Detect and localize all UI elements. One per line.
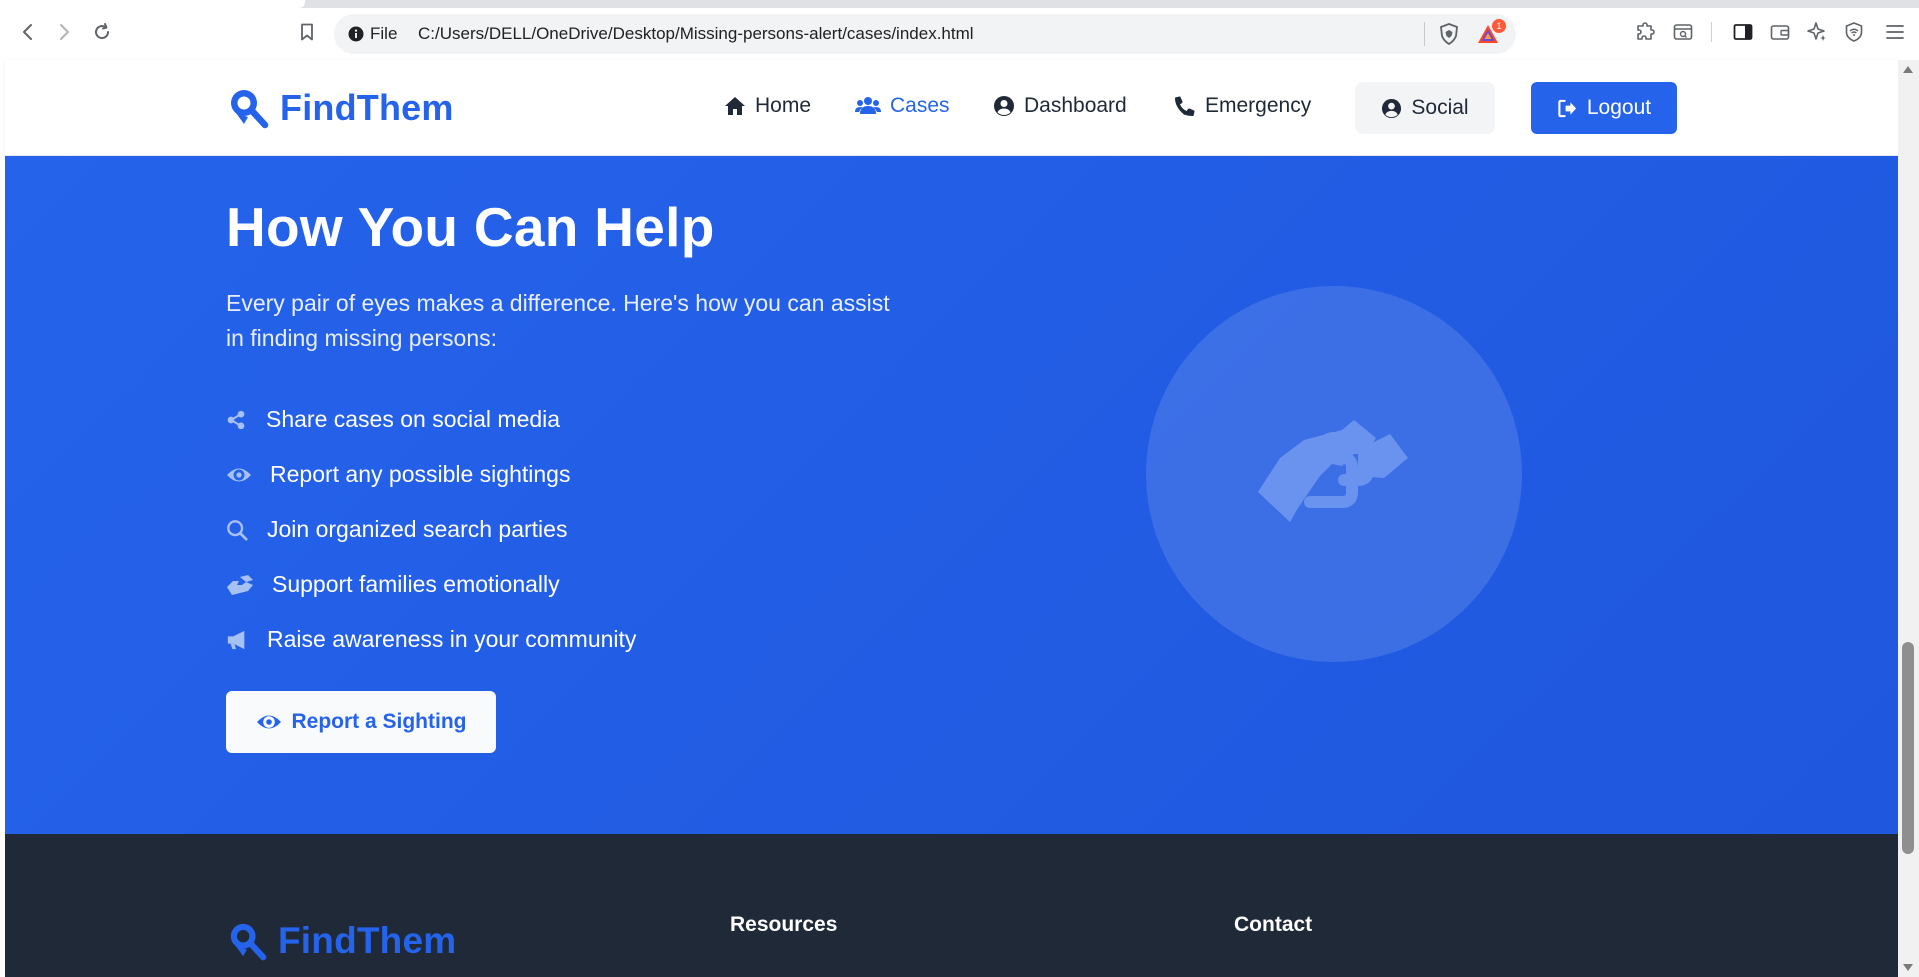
help-item: Report any possible sightings — [226, 447, 636, 502]
footer-heading-resources: Resources — [730, 913, 838, 936]
report-sighting-label: Report a Sighting — [291, 710, 467, 733]
help-item-label: Raise awareness in your community — [267, 626, 637, 652]
nav-cases-label: Cases — [890, 94, 950, 117]
social-button[interactable]: Social — [1355, 82, 1495, 134]
logout-button[interactable]: Logout — [1531, 82, 1677, 134]
share-icon — [227, 410, 245, 429]
scroll-up-arrow[interactable] — [1903, 66, 1913, 73]
tab-strip — [0, 0, 1919, 8]
handshake-icon — [227, 574, 253, 595]
handshake-illustration — [1146, 286, 1522, 662]
user-circle-icon — [1382, 98, 1402, 118]
toolbar-divider — [1711, 22, 1712, 42]
brand-name: FindThem — [280, 87, 454, 128]
file-scheme-label: File — [370, 24, 398, 43]
wallet-icon[interactable] — [1769, 21, 1791, 43]
extensions-icon[interactable] — [1635, 21, 1657, 43]
eye-icon — [256, 715, 281, 729]
help-title: How You Can Help — [226, 196, 715, 258]
handshake-icon — [1258, 420, 1408, 522]
home-icon — [725, 97, 745, 115]
back-icon[interactable] — [14, 18, 42, 46]
help-item-label: Report any possible sightings — [270, 461, 571, 487]
menu-icon[interactable] — [1884, 21, 1906, 43]
logout-label: Logout — [1586, 96, 1652, 119]
help-item-label: Join organized search parties — [267, 516, 568, 542]
page-scrollbar[interactable] — [1898, 60, 1919, 977]
nav-dashboard[interactable]: Dashboard — [993, 94, 1127, 118]
help-item: Support families emotionally — [226, 557, 636, 612]
nav-cases[interactable]: Cases — [855, 94, 950, 118]
footer-heading-contact: Contact — [1234, 913, 1313, 936]
sidebar-icon[interactable] — [1732, 21, 1754, 43]
info-icon[interactable] — [348, 26, 364, 42]
help-item: Join organized search parties — [226, 502, 636, 557]
help-item-label: Share cases on social media — [266, 406, 561, 432]
report-sighting-button[interactable]: Report a Sighting — [226, 691, 496, 753]
address-bar[interactable]: File C:/Users/DELL/OneDrive/Desktop/Miss… — [334, 14, 1516, 54]
search-icon — [227, 519, 248, 541]
help-item: Raise awareness in your community — [226, 612, 636, 667]
bookmark-icon[interactable] — [293, 18, 321, 46]
site-header: FindThem Home Cases Dashboard Emergency … — [5, 60, 1898, 156]
sign-out-icon — [1558, 99, 1576, 117]
brave-shield-icon[interactable] — [1438, 23, 1460, 45]
site-footer: FindThem Resources Contact — [5, 834, 1898, 977]
social-label: Social — [1411, 96, 1469, 119]
forward-icon[interactable] — [50, 18, 78, 46]
nav-home-label: Home — [755, 94, 812, 117]
location-search-icon — [230, 923, 267, 961]
browser-toolbar: File C:/Users/DELL/OneDrive/Desktop/Miss… — [0, 0, 1919, 60]
eye-icon — [227, 468, 251, 481]
scroll-thumb[interactable] — [1902, 642, 1914, 854]
active-tab[interactable] — [0, 0, 305, 8]
user-circle-icon — [994, 96, 1014, 116]
reader-mode-icon[interactable] — [1672, 21, 1694, 43]
users-icon — [855, 97, 881, 114]
vpn-icon[interactable] — [1843, 21, 1865, 43]
phone-icon — [1175, 96, 1195, 116]
help-list: Share cases on social media Report any p… — [226, 392, 636, 667]
brand-logo[interactable]: FindThem — [226, 86, 454, 130]
help-intro: Every pair of eyes makes a difference. H… — [226, 290, 890, 351]
footer-brand-name: FindThem — [278, 920, 457, 961]
nav-emergency-label: Emergency — [1205, 94, 1312, 117]
reload-icon[interactable] — [88, 18, 116, 46]
scroll-down-arrow[interactable] — [1903, 964, 1913, 971]
rewards-badge: 1 — [1492, 19, 1506, 33]
help-item-label: Support families emotionally — [272, 571, 560, 597]
footer-brand-logo[interactable]: FindThem — [226, 920, 456, 962]
leo-ai-icon[interactable] — [1806, 21, 1828, 43]
location-search-icon — [231, 90, 269, 129]
nav-emergency[interactable]: Emergency — [1174, 94, 1311, 118]
help-item: Share cases on social media — [226, 392, 636, 447]
url-text[interactable]: C:/Users/DELL/OneDrive/Desktop/Missing-p… — [418, 24, 974, 44]
omnibox-divider — [1424, 22, 1425, 46]
nav-home[interactable]: Home — [724, 94, 811, 118]
megaphone-icon — [227, 630, 245, 649]
nav-dashboard-label: Dashboard — [1024, 94, 1127, 117]
help-section: How You Can Help Every pair of eyes make… — [5, 156, 1898, 834]
